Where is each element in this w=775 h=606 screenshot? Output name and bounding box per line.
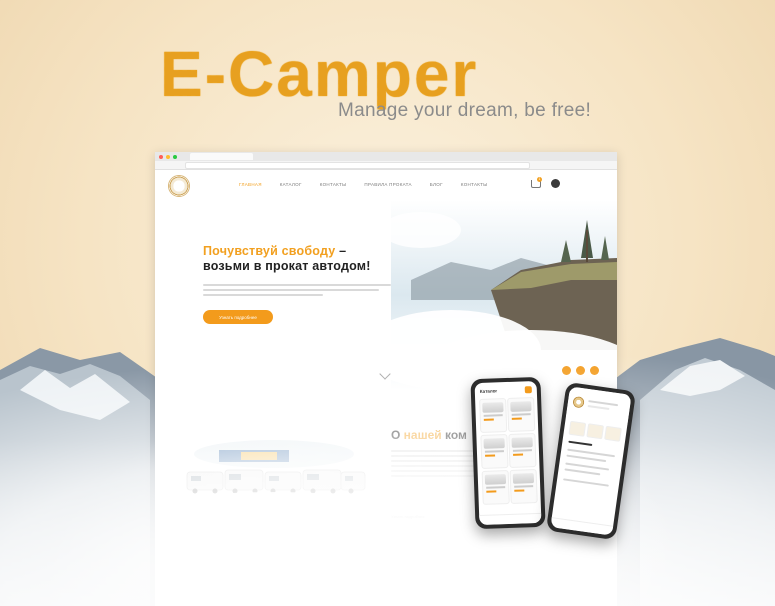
catalog-title: Каталог <box>479 388 498 394</box>
user-avatar[interactable] <box>551 179 560 188</box>
camper-card[interactable] <box>509 469 538 504</box>
profile-tile[interactable] <box>604 425 622 442</box>
browser-tab[interactable] <box>190 153 253 160</box>
url-input[interactable] <box>185 162 530 169</box>
card-line <box>511 413 531 416</box>
profile-tile[interactable] <box>568 420 587 437</box>
text-line <box>391 475 481 477</box>
hero-description <box>203 284 393 299</box>
instagram-icon[interactable] <box>576 366 585 375</box>
nav-link-blog[interactable]: Блог <box>430 182 443 187</box>
hero-title-accent: Почувствуй свободу <box>203 244 336 258</box>
social-links <box>562 366 599 375</box>
list-line <box>566 454 607 463</box>
card-price <box>483 417 494 421</box>
hero-title-rest: – <box>335 244 347 258</box>
card-price <box>511 416 522 420</box>
camper-card[interactable] <box>479 398 508 433</box>
minimize-window-icon[interactable] <box>166 154 170 159</box>
browser-address-bar <box>155 161 617 170</box>
nav-link-rules[interactable]: Правила проката <box>364 182 411 187</box>
profile-tile[interactable] <box>586 423 605 440</box>
filter-icon[interactable] <box>524 386 532 394</box>
about-title: О нашей ком <box>391 428 467 442</box>
phone-catalog-mockup: Каталог <box>470 376 546 530</box>
card-line <box>483 414 503 417</box>
close-window-icon[interactable] <box>159 154 163 159</box>
profile-avatar <box>572 395 585 409</box>
brand-header: E-Camper Manage your dream, be free! <box>160 42 630 132</box>
card-line <box>514 485 534 488</box>
about-title-prefix: О <box>391 428 404 442</box>
hero-title: Почувствуй свободу – возьми в прокат авт… <box>203 244 371 274</box>
nav-link-catalog[interactable]: Каталог <box>280 182 302 187</box>
camper-card[interactable] <box>507 397 536 432</box>
list-line <box>564 468 601 476</box>
vk-icon[interactable] <box>590 366 599 375</box>
section-heading-line <box>568 440 593 447</box>
camper-image <box>484 474 507 485</box>
text-line <box>203 284 391 286</box>
camper-card[interactable] <box>481 469 510 505</box>
profile-sub-line <box>587 405 610 411</box>
profile-header <box>566 386 632 425</box>
nav-links: Главная Каталог Контакты Правила проката… <box>239 182 488 187</box>
brand-tagline: Manage your dream, be free! <box>338 100 592 121</box>
phone-bottom-nav[interactable] <box>479 512 542 526</box>
about-title-accent: нашей <box>403 428 442 442</box>
text-line <box>203 294 323 296</box>
camper-image <box>511 437 533 448</box>
about-learn-more-link[interactable]: Узнать подробнее <box>391 514 425 519</box>
list-line <box>563 478 609 487</box>
hero-cliff-image <box>391 200 617 390</box>
camper-image <box>483 438 505 449</box>
site-logo[interactable] <box>168 175 190 197</box>
camper-image <box>482 402 504 413</box>
scroll-down-chevron-icon[interactable] <box>379 368 391 380</box>
card-price <box>485 453 496 457</box>
maximize-window-icon[interactable] <box>173 154 177 159</box>
hero-learn-more-button[interactable]: Узнать подробнее <box>203 310 273 324</box>
card-price <box>514 488 525 492</box>
brand-title: E-Camper <box>160 38 479 110</box>
phone-screen: Каталог <box>474 380 542 526</box>
camper-card[interactable] <box>480 434 509 469</box>
facebook-icon[interactable] <box>562 366 571 375</box>
site-navbar: Главная Каталог Контакты Правила проката… <box>155 172 617 202</box>
camper-image <box>510 401 532 412</box>
camper-card[interactable] <box>508 433 537 468</box>
camper-image <box>512 473 535 484</box>
nav-link-home[interactable]: Главная <box>239 182 262 187</box>
campers-image <box>179 440 369 512</box>
nav-link-contacts[interactable]: Контакты <box>320 182 347 187</box>
about-title-rest: ком <box>441 428 467 442</box>
text-line <box>203 289 379 291</box>
card-line <box>484 450 504 453</box>
card-line <box>512 449 532 452</box>
hero-title-line2: возьми в прокат автодом! <box>203 259 371 273</box>
browser-window: Главная Каталог Контакты Правила проката… <box>155 152 617 606</box>
card-price <box>513 452 524 456</box>
cart-count-badge: 1 <box>537 177 542 182</box>
card-line <box>486 486 506 489</box>
nav-link-contacts-2[interactable]: Контакты <box>461 182 488 187</box>
browser-tab-bar <box>155 152 617 161</box>
card-price <box>486 489 497 493</box>
